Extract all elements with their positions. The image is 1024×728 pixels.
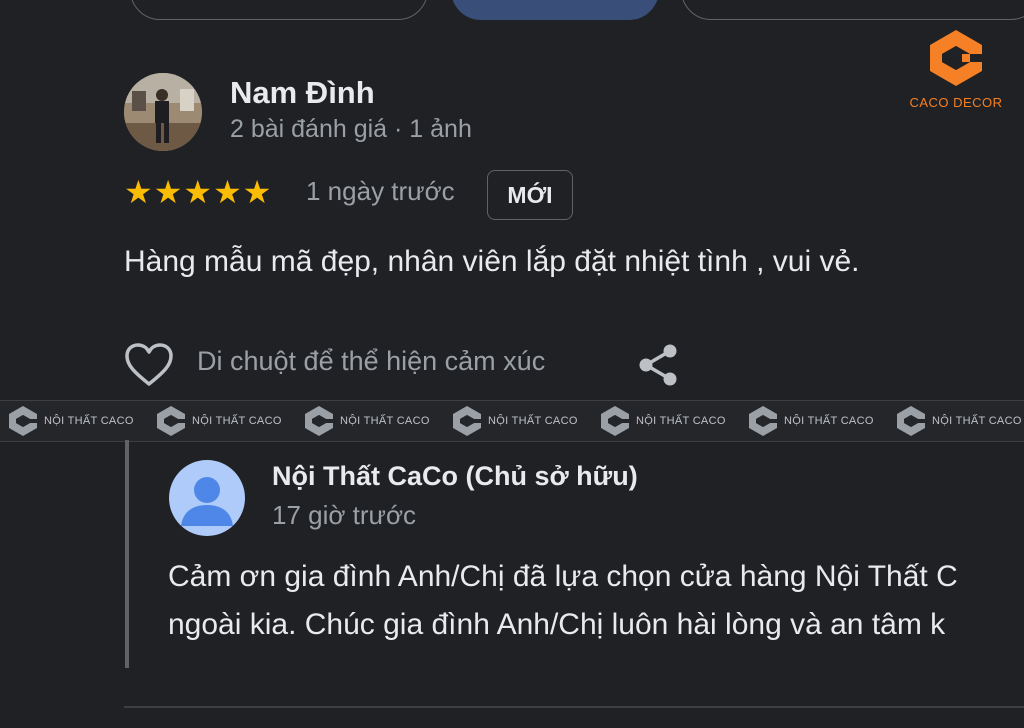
watermark-item: NỘI THẤT CACO [740,404,888,438]
star-icon: ★ [183,173,213,211]
watermark-text: NỘI THẤT CACO [340,415,430,427]
reaction-prompt[interactable]: Di chuột để thể hiện cảm xúc [197,346,545,377]
reviewer-name[interactable]: Nam Đình [230,75,375,111]
owner-reply-line-2: ngoài kia. Chúc gia đình Anh/Chị luôn hà… [168,608,946,641]
star-icon: ★ [124,173,153,211]
filter-chip-left[interactable] [130,0,428,20]
caco-decor-logo: CACO DECOR [897,28,1015,110]
watermark-text: NỘI THẤT CACO [784,415,874,427]
review-time: 1 ngày trước [306,176,455,206]
caco-watermark-icon [749,406,777,436]
caco-watermark-icon [157,406,185,436]
logo-text: CACO DECOR [909,95,1003,110]
filter-chip-selected[interactable] [451,0,659,20]
new-badge: MỚI [487,170,573,220]
reviewer-photo-icon [124,73,202,151]
star-icon: ★ [153,173,183,211]
watermark-text: NỘI THẤT CACO [932,415,1022,427]
caco-watermark-icon [601,406,629,436]
heart-icon[interactable] [124,342,174,388]
user-icon [181,477,233,526]
watermark-item: NỘI THẤT CACO [296,404,444,438]
watermark-text: NỘI THẤT CACO [488,415,578,427]
owner-reply-line-1: Cảm ơn gia đình Anh/Chị đã lựa chọn cửa … [168,560,958,593]
caco-logo-icon [930,30,982,86]
watermark-item: NỘI THẤT CACO [148,404,296,438]
reply-indent-bar [125,440,129,668]
watermark-text: NỘI THẤT CACO [636,415,726,427]
star-icon: ★ [242,173,272,211]
watermark-item: NỘI THẤT CACO [444,404,592,438]
caco-watermark-icon [897,406,925,436]
divider [124,706,1024,708]
watermark-item: NỘI THẤT CACO [0,404,148,438]
watermark-text: NỘI THẤT CACO [192,415,282,427]
caco-watermark-icon [453,406,481,436]
watermark-item: NỘI THẤT CACO [888,404,1024,438]
star-rating: ★ ★ ★ ★ ★ [124,174,271,210]
owner-avatar[interactable] [169,460,245,536]
star-icon: ★ [213,173,242,211]
watermark-text: NỘI THẤT CACO [44,415,134,427]
reviewer-avatar[interactable] [124,73,202,151]
review-text: Hàng mẫu mã đẹp, nhân viên lắp đặt nhiệt… [124,245,860,278]
reviewer-meta[interactable]: 2 bài đánh giá · 1 ảnh [230,115,472,144]
owner-reply-time: 17 giờ trước [272,500,416,530]
watermark-item: NỘI THẤT CACO [592,404,740,438]
watermark-band: NỘI THẤT CACO NỘI THẤT CACO NỘI THẤT CACO N… [0,400,1024,442]
share-icon[interactable] [636,342,680,388]
owner-name[interactable]: Nội Thất CaCo (Chủ sở hữu) [272,461,638,492]
filter-chip-right[interactable] [681,0,1024,20]
caco-watermark-icon [9,406,37,436]
caco-watermark-icon [305,406,333,436]
